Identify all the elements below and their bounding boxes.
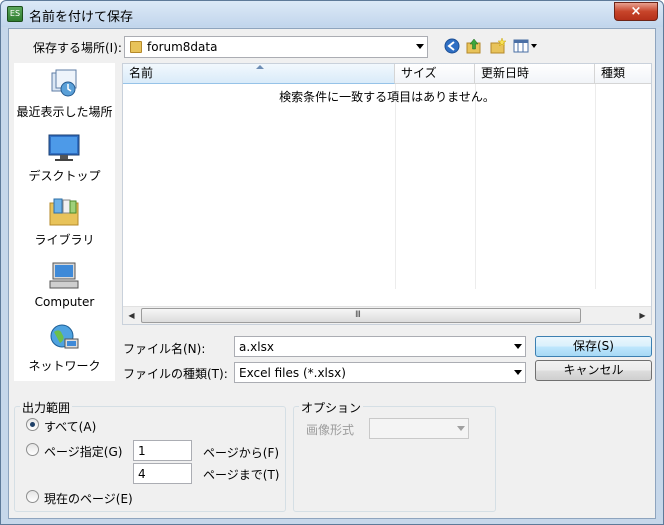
- place-label: ネットワーク: [28, 359, 101, 373]
- place-network[interactable]: ネットワーク: [14, 321, 115, 381]
- column-header-label: 名前: [129, 66, 154, 80]
- folder-icon: [130, 41, 142, 53]
- page-to-input[interactable]: 4: [133, 463, 192, 484]
- column-header-modified[interactable]: 更新日時: [475, 64, 595, 84]
- column-header-label: サイズ: [401, 66, 437, 80]
- up-folder-icon[interactable]: [466, 38, 482, 54]
- filename-value: a.xlsx: [239, 340, 274, 354]
- place-desktop[interactable]: デスクトップ: [14, 131, 115, 191]
- desktop-icon: [48, 134, 80, 161]
- title-bar[interactable]: ES 名前を付けて保存 ×: [1, 1, 663, 27]
- horizontal-scrollbar[interactable]: ◀ III ▶: [123, 306, 651, 324]
- scroll-left-icon[interactable]: ◀: [123, 307, 140, 324]
- filetype-label: ファイルの種類(T):: [123, 367, 228, 381]
- column-header-type[interactable]: 種類: [595, 64, 651, 84]
- page-from-label: ページから(F): [203, 446, 280, 460]
- radio-all-label[interactable]: すべて(A): [44, 418, 96, 435]
- dialog-client: 保存する場所(I): forum8data 最近表示した場所 デスクトップ ライ…: [8, 28, 656, 519]
- scroll-grip: III: [355, 310, 361, 320]
- filename-label: ファイル名(N):: [123, 342, 206, 356]
- file-list[interactable]: 名前 サイズ 更新日時 種類 検索条件に一致する項目はありません。 ◀ III: [122, 63, 652, 325]
- chevron-down-icon: [416, 44, 424, 49]
- filename-input[interactable]: a.xlsx: [234, 336, 526, 357]
- cancel-button[interactable]: キャンセル: [535, 360, 652, 381]
- place-computer[interactable]: Computer: [14, 259, 115, 319]
- close-button[interactable]: ×: [614, 2, 658, 21]
- radio-page-spec-label[interactable]: ページ指定(G): [44, 443, 122, 460]
- place-label: ライブラリ: [34, 233, 95, 247]
- save-as-dialog: ES 名前を付けて保存 × 保存する場所(I): forum8data 最近表示…: [0, 0, 664, 525]
- radio-current-page-label[interactable]: 現在のページ(E): [44, 490, 133, 507]
- image-format-label: 画像形式: [306, 423, 355, 437]
- chevron-down-icon: [457, 426, 465, 431]
- column-header-label: 種類: [601, 66, 626, 80]
- save-in-combobox[interactable]: forum8data: [124, 36, 428, 58]
- window-title: 名前を付けて保存: [29, 10, 134, 25]
- page-to-value: 4: [138, 467, 146, 481]
- place-label: Computer: [34, 295, 95, 309]
- back-icon[interactable]: [444, 38, 460, 54]
- column-header-label: 更新日時: [481, 66, 530, 80]
- radio-current-page[interactable]: [26, 490, 39, 503]
- chevron-down-icon[interactable]: [514, 344, 522, 349]
- column-header-name[interactable]: 名前: [123, 64, 395, 84]
- save-button[interactable]: 保存(S): [535, 336, 652, 357]
- scroll-right-icon[interactable]: ▶: [634, 307, 651, 324]
- place-recent[interactable]: 最近表示した場所: [14, 67, 115, 127]
- sort-ascending-icon: [256, 65, 264, 69]
- libraries-icon: [49, 198, 79, 226]
- options-title: オプション: [299, 399, 364, 416]
- place-label: 最近表示した場所: [16, 105, 113, 119]
- chevron-down-icon: [514, 370, 522, 375]
- recent-places-icon: [51, 69, 77, 97]
- page-from-value: 1: [138, 444, 146, 458]
- scrollbar-thumb[interactable]: III: [141, 308, 581, 323]
- view-menu-icon[interactable]: [513, 38, 539, 54]
- radio-page-spec[interactable]: [26, 443, 39, 456]
- column-divider: [595, 84, 596, 289]
- output-range-title: 出力範囲: [20, 399, 73, 416]
- filetype-value: Excel files (*.xlsx): [239, 366, 346, 380]
- network-icon: [50, 324, 79, 349]
- save-in-label: 保存する場所(I):: [33, 41, 122, 55]
- column-divider: [395, 84, 396, 289]
- page-to-label: ページまで(T): [203, 468, 280, 482]
- empty-message: 検索条件に一致する項目はありません。: [279, 90, 495, 104]
- places-bar: 最近表示した場所 デスクトップ ライブラリ Computer ネットワーク: [14, 63, 115, 381]
- column-divider: [475, 84, 476, 289]
- filetype-select[interactable]: Excel files (*.xlsx): [234, 362, 526, 383]
- save-in-value: forum8data: [147, 40, 218, 54]
- new-folder-icon[interactable]: [490, 38, 506, 54]
- place-label: デスクトップ: [28, 169, 101, 183]
- place-libraries[interactable]: ライブラリ: [14, 195, 115, 255]
- page-from-input[interactable]: 1: [133, 440, 192, 461]
- app-icon: ES: [7, 6, 23, 22]
- image-format-select[interactable]: [369, 418, 469, 439]
- computer-icon: [49, 262, 79, 289]
- column-header-size[interactable]: サイズ: [395, 64, 475, 84]
- radio-all[interactable]: [26, 418, 39, 431]
